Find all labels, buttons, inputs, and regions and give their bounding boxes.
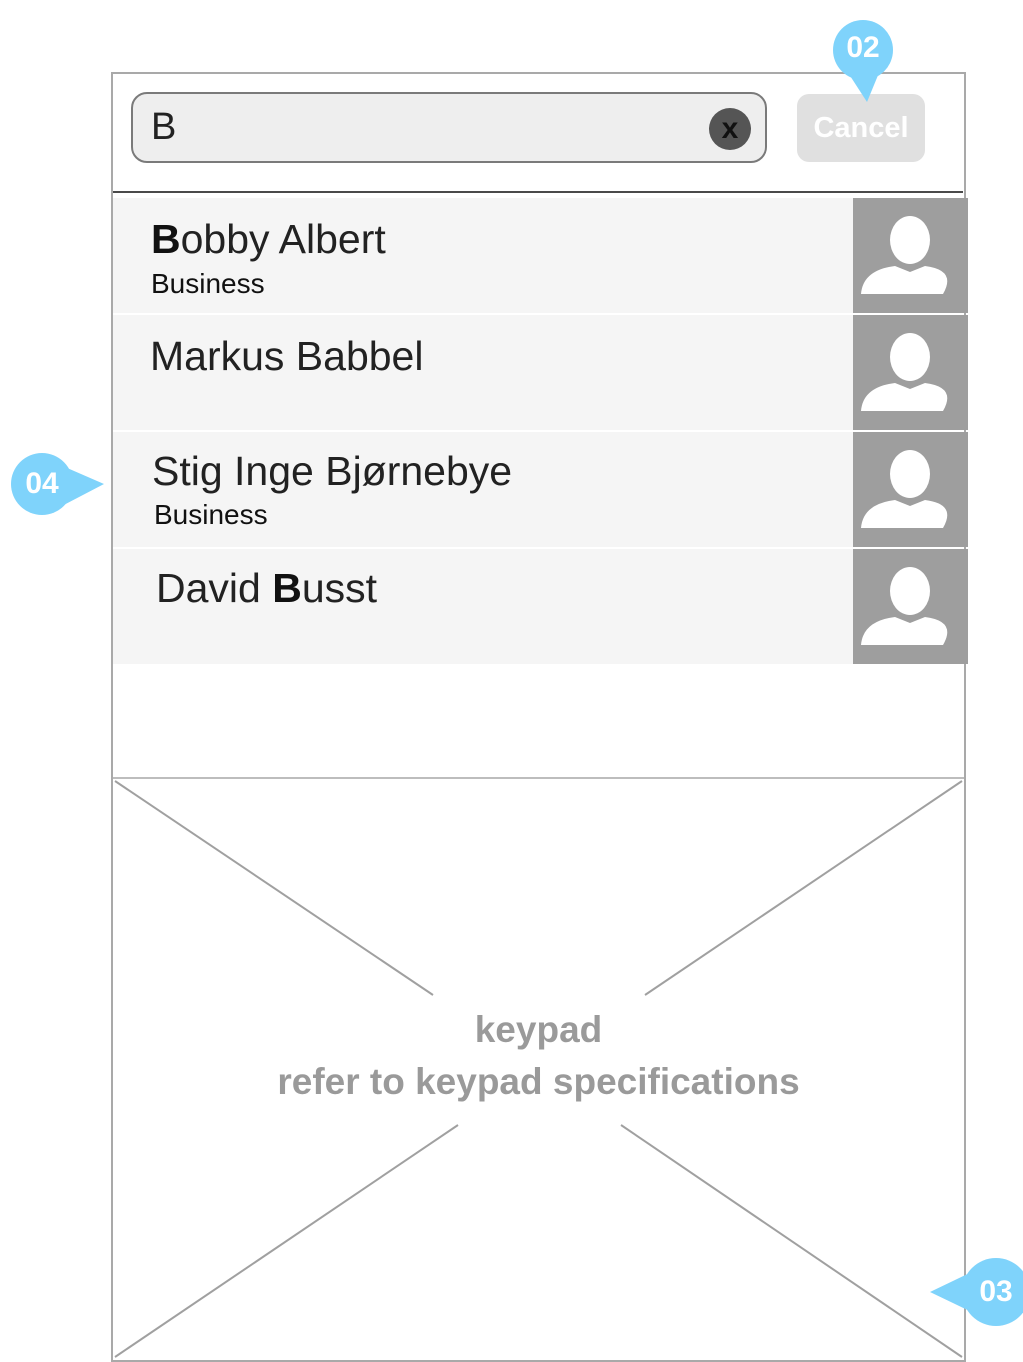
keypad-title: keypad bbox=[474, 1009, 603, 1050]
search-field[interactable]: x bbox=[131, 92, 767, 163]
avatar bbox=[853, 315, 968, 430]
name-rest: usst bbox=[301, 565, 378, 611]
contact-label: Business bbox=[154, 499, 268, 530]
name-prefix: David bbox=[156, 565, 273, 611]
marker-label: 02 bbox=[846, 31, 880, 64]
contact-row[interactable]: Stig Inge Bjørnebye Business bbox=[113, 432, 968, 547]
contact-name: Stig Inge Bjørnebye bbox=[152, 448, 513, 494]
clear-search-icon[interactable]: x bbox=[709, 108, 751, 150]
avatar bbox=[853, 549, 968, 664]
search-input[interactable] bbox=[151, 98, 711, 156]
person-icon bbox=[861, 216, 948, 294]
marker-label: 04 bbox=[25, 467, 59, 500]
annotation-marker-04: 04 bbox=[6, 448, 106, 522]
contact-name: Bobby Albert bbox=[151, 216, 386, 263]
contact-label: Business bbox=[151, 268, 265, 299]
contact-name: Markus Babbel bbox=[150, 333, 424, 379]
contact-row[interactable]: David Busst bbox=[113, 549, 968, 664]
name-match-highlight: B bbox=[272, 565, 302, 611]
marker-label: 03 bbox=[979, 1275, 1013, 1308]
header-divider bbox=[113, 191, 963, 193]
person-icon bbox=[861, 567, 948, 645]
person-icon bbox=[861, 333, 948, 411]
contact-name: David Busst bbox=[156, 565, 377, 612]
name-match-highlight: B bbox=[151, 216, 181, 262]
keypad-subtitle: refer to keypad specifications bbox=[277, 1061, 800, 1102]
contact-row[interactable]: Markus Babbel bbox=[113, 315, 968, 430]
avatar bbox=[853, 432, 968, 547]
avatar bbox=[853, 198, 968, 313]
keypad-placeholder: keypad refer to keypad specifications bbox=[113, 777, 964, 1358]
contact-row[interactable]: Bobby Albert Business bbox=[113, 198, 968, 313]
name-rest: obby Albert bbox=[180, 216, 386, 262]
annotation-marker-03: 03 bbox=[930, 1252, 1023, 1334]
person-icon bbox=[861, 450, 948, 528]
annotation-marker-02: 02 bbox=[827, 20, 899, 106]
